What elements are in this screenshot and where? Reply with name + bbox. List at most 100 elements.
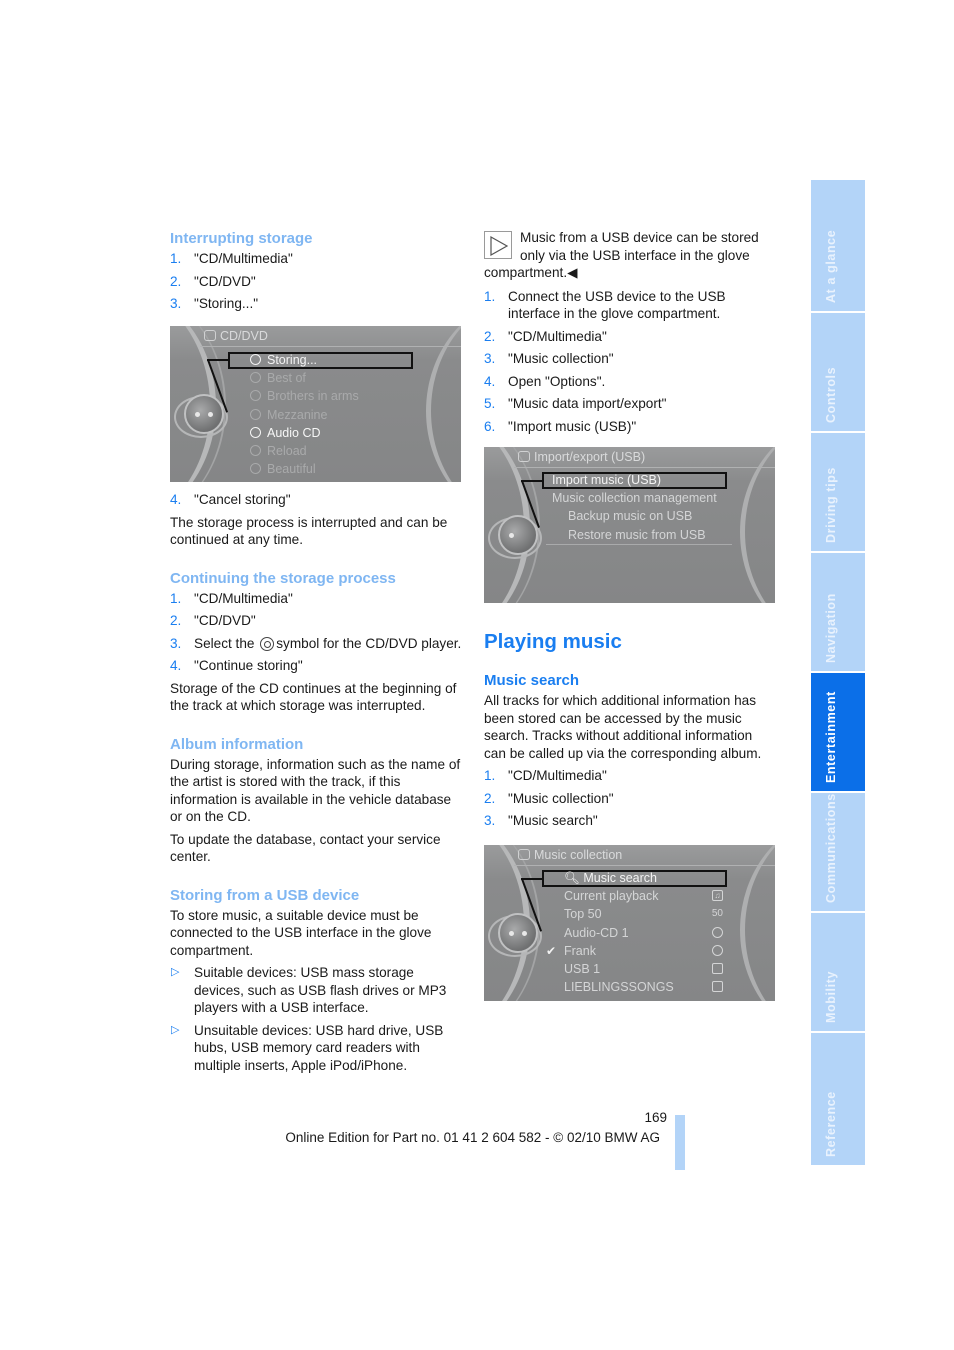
right-column: Music from a USB device can be stored on… [484, 229, 776, 440]
step-number: 3. [170, 635, 182, 651]
step-number: 2. [170, 273, 182, 289]
controller-knob-icon [184, 394, 224, 434]
tab-controls[interactable]: Controls [811, 313, 865, 431]
step-text: Open "Options". [508, 373, 606, 389]
usb-icon [712, 963, 723, 975]
left-column-continued: 4. "Cancel storing" The storage process i… [170, 491, 462, 1079]
paragraph: To store music, a suitable device must b… [170, 907, 432, 958]
step-text: "CD/Multimedia" [508, 768, 607, 783]
step: 3. "Music search" [484, 812, 776, 830]
tab-navigation[interactable]: Navigation [811, 553, 865, 671]
heading-playing-music: Playing music [484, 630, 622, 653]
paragraph: Storage of the CD continues at the begin… [170, 680, 457, 714]
playlist-icon [712, 981, 723, 993]
menu-item: Beautiful [228, 460, 413, 478]
tab-label: Navigation [824, 593, 838, 663]
menu-item: LIEBLINGSSONGS [542, 978, 727, 996]
controller-knob-icon [498, 515, 538, 555]
step-text-after: symbol for the CD/DVD player. [276, 635, 462, 651]
step: 4. Open "Options". [484, 373, 776, 391]
tab-label: Driving tips [824, 467, 838, 543]
step-text: "Music collection" [508, 351, 614, 366]
tab-communications[interactable]: Communications [811, 793, 865, 911]
step: 2. "Music collection" [484, 790, 776, 808]
heading-album-information: Album information [170, 735, 304, 753]
end-mark-icon: ◀ [567, 265, 578, 280]
menu-item: Mezzanine [228, 406, 413, 424]
step: 3. "Music collection" [484, 350, 776, 368]
step: 4. "Continue storing" [170, 657, 462, 675]
screen-title-text: CD/DVD [220, 329, 268, 343]
step-text: "CD/DVD" [194, 273, 256, 289]
menu-item: Brothers in arms [228, 387, 413, 405]
step-number: 1. [484, 288, 496, 304]
music-collection-icon [518, 849, 530, 860]
step-number: 3. [484, 813, 496, 828]
cd-icon [712, 926, 723, 938]
step: 3. Select the symbol for the CD/DVD playe… [170, 635, 462, 653]
step: 1. "CD/Multimedia" [484, 767, 776, 785]
usb-device-list: ▷ Suitable devices: USB mass storage devi… [170, 964, 462, 1074]
step: 1. Connect the USB device to the USB inte… [484, 288, 776, 323]
paragraph: To update the database, contact your ser… [170, 831, 441, 865]
menu-item: USB 1 [542, 960, 727, 978]
tab-mobility[interactable]: Mobility [811, 913, 865, 1031]
step-number: 5. [484, 396, 496, 411]
step-text: "Storing..." [194, 296, 259, 311]
menu-item: Current playback ♫ [542, 887, 727, 905]
paragraph: During storage, information such as the … [170, 756, 461, 825]
note: Music from a USB device can be stored on… [484, 229, 776, 282]
tab-driving-tips[interactable]: Driving tips [811, 433, 865, 551]
step-text: Connect the USB device to the USB interf… [508, 288, 726, 322]
menu-item: ✔ Frank [542, 942, 727, 960]
tab-label: Entertainment [824, 691, 838, 783]
paragraph: All tracks for which additional informat… [484, 693, 762, 761]
step-text: "CD/Multimedia" [508, 328, 607, 344]
page-number: 169 [644, 1110, 667, 1125]
step-text: "CD/DVD" [194, 613, 256, 628]
right-column-continued: Playing music Music search All tracks fo… [484, 629, 776, 835]
step-number: 2. [484, 328, 496, 344]
top50-icon: 50 [711, 908, 723, 920]
step-text: "CD/Multimedia" [194, 590, 293, 606]
tab-at-a-glance[interactable]: At a glance [811, 180, 865, 311]
tab-label: Controls [824, 366, 838, 423]
import-export-icon [518, 451, 530, 462]
step: 1. "CD/Multimedia" [170, 250, 462, 268]
step-number: 4. [170, 658, 182, 673]
controller-knob-icon [498, 913, 538, 953]
list-item: ▷ Unsuitable devices: USB hard drive, USB… [170, 1022, 462, 1075]
bullet-triangle-icon: ▷ [171, 966, 180, 978]
playback-icon: ♫ [712, 890, 723, 901]
page-marker-bar [675, 1115, 685, 1170]
left-column: Interrupting storage 1. "CD/Multimedia" 2… [170, 229, 462, 318]
cd-symbol-icon [260, 636, 275, 651]
step-text: "Music collection" [508, 790, 614, 806]
heading-storing-usb: Storing from a USB device [170, 886, 360, 904]
menu-item: Top 50 50 [564, 907, 723, 922]
checkmark-icon: ✔ [546, 943, 557, 958]
tab-label: Mobility [824, 970, 838, 1023]
step-text: "Cancel storing" [194, 492, 291, 507]
step-number: 2. [170, 613, 182, 628]
screenshot-import-export-menu: Import/export (USB) Import music (USB) M… [484, 447, 775, 603]
menu-item: Storing... [228, 352, 413, 369]
step-number: 2. [484, 790, 496, 806]
step-text: "Import music (USB)" [508, 418, 637, 434]
tab-entertainment[interactable]: Entertainment [811, 673, 865, 791]
note-triangle-icon [484, 231, 512, 259]
continuing-steps: 1. "CD/Multimedia" 2. "CD/DVD" 3. Select th… [170, 590, 462, 675]
list-item: ▷ Suitable devices: USB mass storage devi… [170, 964, 462, 1017]
tab-reference[interactable]: Reference [811, 1033, 865, 1165]
search-icon: 🔍︎ [564, 871, 580, 885]
step: 3. "Storing..." [170, 295, 462, 313]
screenshot-cd-dvd-menu: CD/DVD Storing... Best of Brothers in ar… [170, 326, 461, 482]
step-number: 3. [170, 296, 182, 311]
step-number: 1. [170, 590, 182, 606]
interrupting-steps: 1. "CD/Multimedia" 2. "CD/DVD" 3. "Storing.… [170, 250, 462, 313]
usb-import-steps: 1. Connect the USB device to the USB inte… [484, 288, 776, 436]
heading-interrupting-storage: Interrupting storage [170, 230, 313, 247]
tab-label: Communications [824, 793, 838, 903]
music-search-steps: 1. "CD/Multimedia" 2. "Music collection" 3… [484, 767, 776, 830]
menu-item: 🔍︎ Music search [542, 870, 727, 887]
